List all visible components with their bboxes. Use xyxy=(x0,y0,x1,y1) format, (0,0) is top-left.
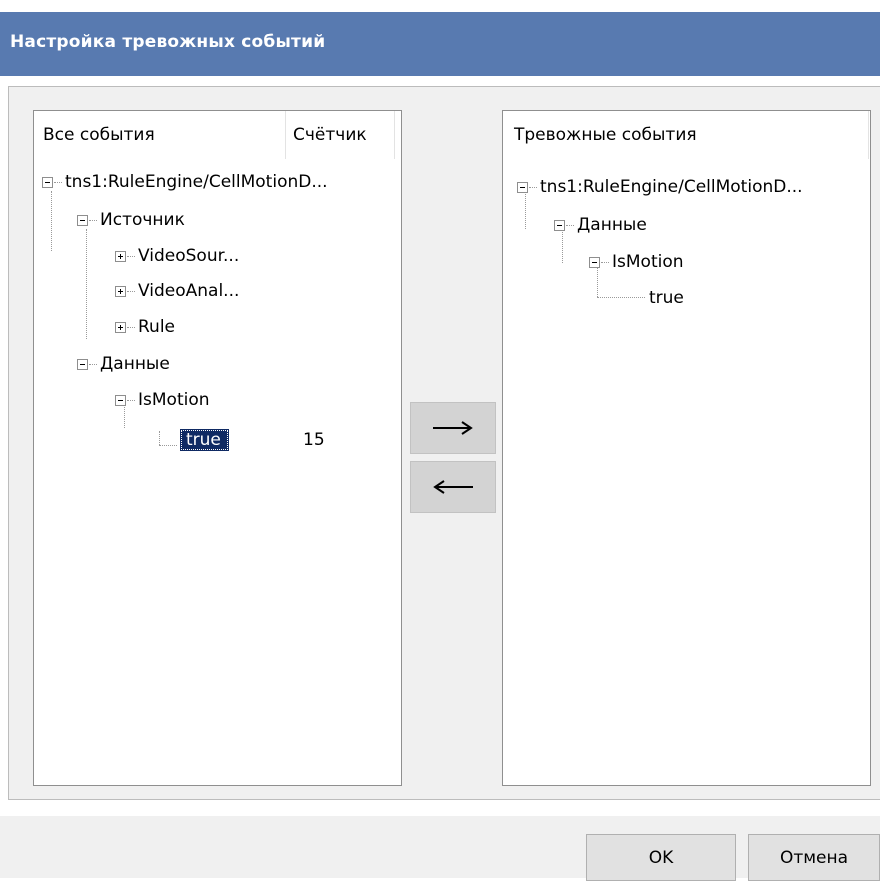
collapse-toggle[interactable] xyxy=(77,359,88,370)
column-header-counter[interactable]: Счётчик xyxy=(293,125,367,145)
arrow-left-icon xyxy=(433,480,473,494)
alarm-events-tree[interactable]: Тревожные события tns1:RuleEngine/CellMo… xyxy=(502,110,871,786)
tree-connector xyxy=(562,229,563,263)
tree-node-source[interactable]: Источник xyxy=(100,209,185,231)
tree-node-event-topic[interactable]: tns1:RuleEngine/CellMotionD... xyxy=(540,176,803,198)
alarm-events-header: Тревожные события xyxy=(503,111,870,159)
event-counter-value: 15 xyxy=(303,430,325,450)
cancel-button[interactable]: Отмена xyxy=(748,834,880,881)
tree-node-data[interactable]: Данные xyxy=(577,214,647,236)
tree-node-event-topic[interactable]: tns1:RuleEngine/CellMotionD... xyxy=(65,171,328,193)
tree-connector xyxy=(159,431,160,445)
ok-button[interactable]: OK xyxy=(586,834,736,881)
tree-connector xyxy=(525,191,526,229)
tree-connector xyxy=(127,400,135,401)
tree-connector xyxy=(597,297,645,298)
title-bar: Настройка тревожных событий xyxy=(0,12,880,76)
tree-connector xyxy=(127,256,135,257)
collapse-toggle[interactable] xyxy=(517,182,528,193)
tree-node-video-analytics[interactable]: VideoAnal... xyxy=(138,280,239,302)
all-events-tree[interactable]: Все события Счётчик tns1:RuleEngine/Cell… xyxy=(33,110,402,786)
tree-connector xyxy=(51,191,52,251)
tree-node-ismotion[interactable]: IsMotion xyxy=(138,389,210,411)
tree-node-ismotion[interactable]: IsMotion xyxy=(612,251,684,273)
tree-connector xyxy=(597,267,598,297)
tree-connector xyxy=(566,225,574,226)
column-header-all-events[interactable]: Все события xyxy=(43,125,155,145)
tree-connector xyxy=(529,187,537,188)
tree-connector xyxy=(86,229,87,339)
expand-toggle[interactable] xyxy=(115,251,126,262)
tree-connector xyxy=(159,445,177,446)
window-title: Настройка тревожных событий xyxy=(10,32,326,52)
arrow-right-icon xyxy=(433,421,473,435)
collapse-toggle[interactable] xyxy=(115,395,126,406)
column-separator xyxy=(394,111,395,159)
expand-toggle[interactable] xyxy=(115,286,126,297)
tree-connector xyxy=(89,364,97,365)
collapse-toggle[interactable] xyxy=(554,220,565,231)
column-separator xyxy=(868,111,869,159)
column-header-alarm-events[interactable]: Тревожные события xyxy=(514,125,697,145)
column-separator xyxy=(285,111,286,159)
tree-node-rule[interactable]: Rule xyxy=(138,316,175,338)
tree-connector xyxy=(54,182,62,183)
collapse-toggle[interactable] xyxy=(77,215,88,226)
tree-connector xyxy=(127,291,135,292)
tree-connector xyxy=(601,262,609,263)
tree-node-true[interactable]: true xyxy=(649,287,684,309)
remove-from-alarm-button[interactable] xyxy=(410,461,496,513)
tree-connector xyxy=(127,327,135,328)
expand-toggle[interactable] xyxy=(115,322,126,333)
add-to-alarm-button[interactable] xyxy=(410,402,496,454)
collapse-toggle[interactable] xyxy=(42,177,53,188)
tree-connector xyxy=(89,220,97,221)
all-events-header: Все события Счётчик xyxy=(34,111,401,159)
tree-node-data[interactable]: Данные xyxy=(100,353,170,375)
collapse-toggle[interactable] xyxy=(589,257,600,268)
tree-node-true-selected[interactable]: true xyxy=(180,429,229,451)
tree-node-video-source[interactable]: VideoSour... xyxy=(138,245,239,267)
